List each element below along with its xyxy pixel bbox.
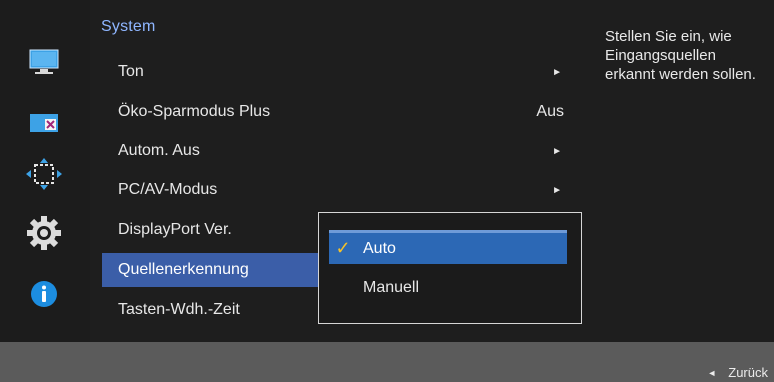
menu-item-label: Öko-Sparmodus Plus [118, 103, 271, 120]
back-button[interactable]: ◄ Zurück [707, 365, 768, 380]
menu-item-value: Aus [536, 103, 564, 120]
info-icon[interactable] [21, 277, 67, 311]
source-detection-dropdown: ✓ Auto Manuell [318, 212, 582, 324]
menu-item-label: Ton [118, 63, 144, 80]
submenu-arrow-icon: ► [552, 66, 562, 78]
dropdown-option-manuell[interactable]: Manuell [329, 271, 567, 305]
back-arrow-icon: ◄ [707, 367, 717, 378]
dropdown-option-label: Auto [363, 239, 396, 257]
submenu-arrow-icon: ► [552, 184, 562, 196]
checkmark-icon: ✓ [335, 238, 351, 258]
menu-item-label: PC/AV-Modus [118, 181, 218, 198]
category-rail [0, 0, 90, 342]
menu-item-label: Quellenerkennung [118, 261, 249, 278]
menu-item-pc-av-mode[interactable]: PC/AV-Modus ► [102, 173, 578, 207]
system-gear-icon[interactable] [21, 216, 67, 250]
monitor-osd: System Ton ► Öko-Sparmodus Plus Aus Auto… [0, 0, 774, 382]
screen-size-icon[interactable] [21, 106, 67, 140]
menu-item-source-detection[interactable]: Quellenerkennung [102, 253, 322, 287]
picture-icon[interactable] [21, 45, 67, 79]
submenu-arrow-icon: ► [552, 145, 562, 157]
dropdown-option-label: Manuell [363, 279, 420, 296]
menu-item-label: Autom. Aus [118, 142, 200, 159]
menu-item-ton[interactable]: Ton ► [102, 55, 578, 89]
menu-item-label: DisplayPort Ver. [118, 221, 232, 238]
dropdown-option-auto[interactable]: ✓ Auto [329, 230, 567, 264]
bottom-bar [0, 342, 774, 382]
help-panel: Stellen Sie ein, wie Eingangsquellen erk… [588, 0, 774, 342]
menu-item-eco-saving[interactable]: Öko-Sparmodus Plus Aus [102, 95, 578, 129]
menu-item-auto-off[interactable]: Autom. Aus ► [102, 134, 578, 168]
menu-title: System [101, 18, 156, 35]
back-label: Zurück [728, 365, 768, 380]
menu-item-label: Tasten-Wdh.-Zeit [118, 301, 240, 318]
help-text: Stellen Sie ein, wie Eingangsquellen erk… [605, 28, 756, 83]
position-icon[interactable] [21, 157, 67, 191]
